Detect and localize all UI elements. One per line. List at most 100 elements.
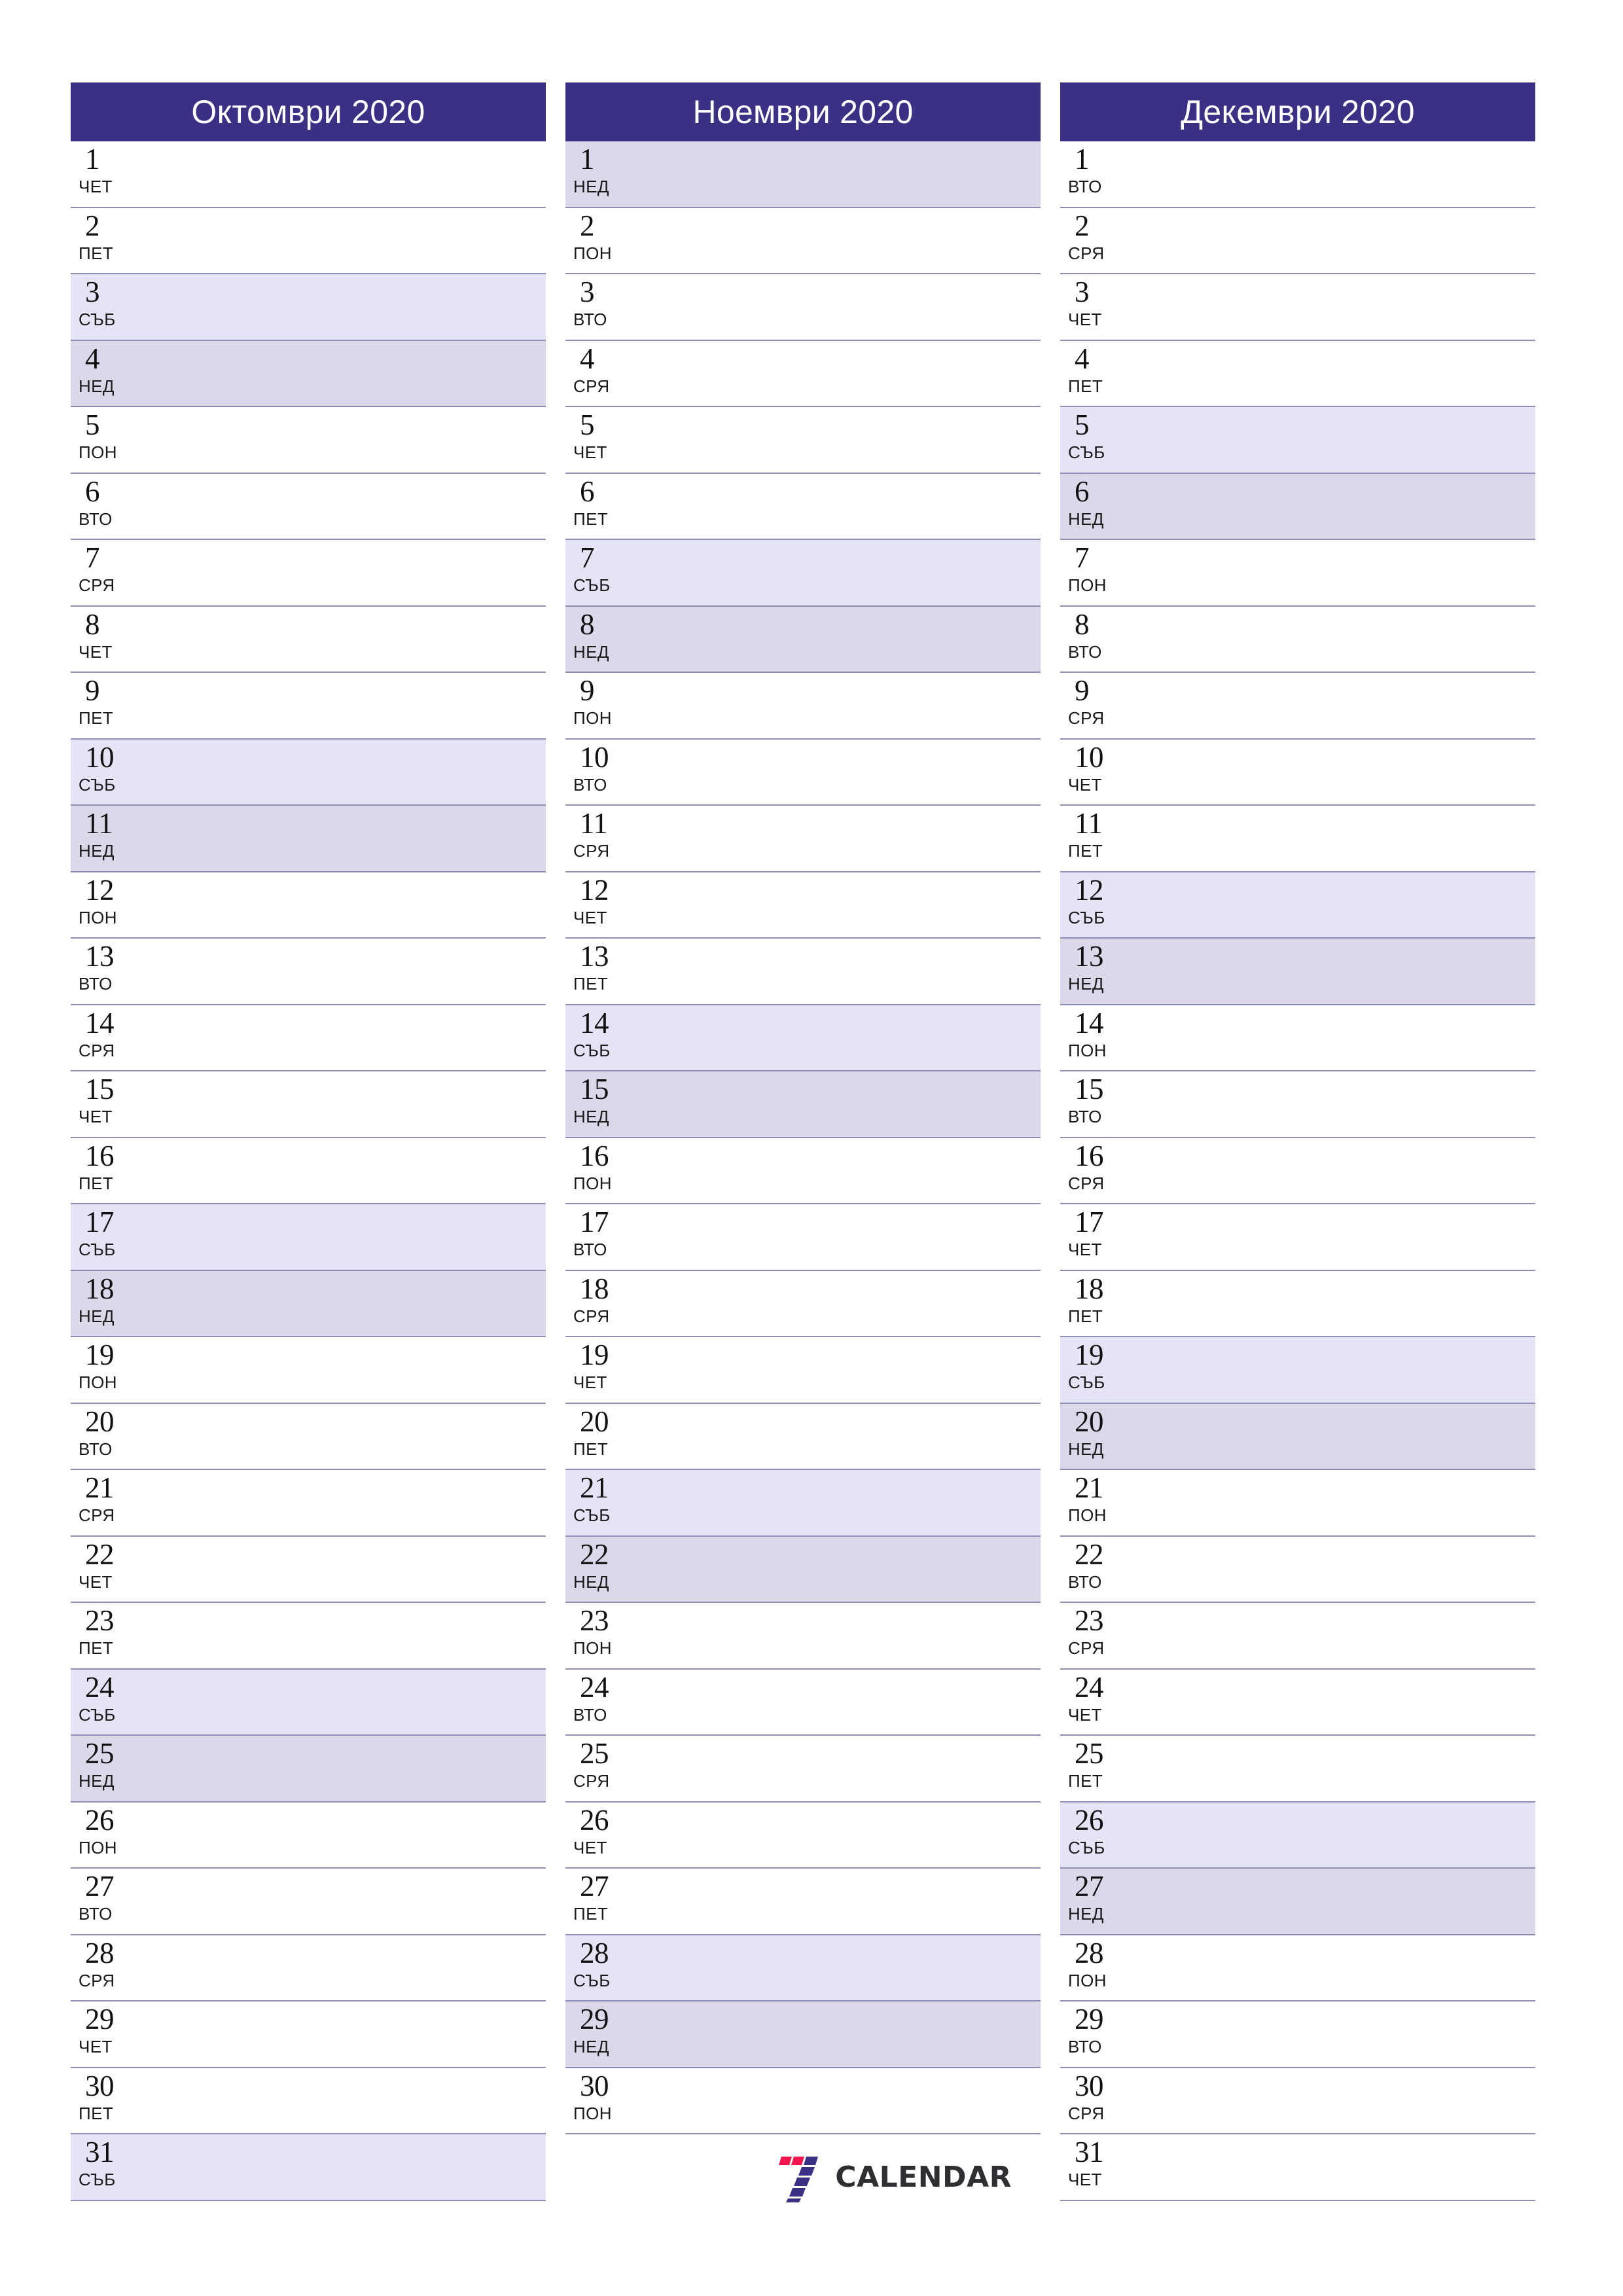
day-row[interactable]: 26 ЧЕТ [565, 1802, 1041, 1869]
day-note-area[interactable] [1165, 2134, 1535, 2200]
day-note-area[interactable] [1165, 274, 1535, 340]
day-note-area[interactable] [1165, 1404, 1535, 1469]
day-note-area[interactable] [175, 1603, 546, 1668]
day-note-area[interactable] [1165, 1670, 1535, 1735]
day-note-area[interactable] [175, 1204, 546, 1270]
day-note-area[interactable] [1165, 806, 1535, 871]
day-row[interactable]: 23 ПЕТ [71, 1603, 546, 1670]
day-row[interactable]: 2 ПЕТ [71, 207, 546, 274]
day-row[interactable]: 9 ПОН [565, 673, 1041, 740]
day-row[interactable]: 24 ЧЕТ [1060, 1669, 1535, 1736]
day-note-area[interactable] [670, 1204, 1041, 1270]
day-row[interactable]: 11 НЕД [71, 806, 546, 872]
day-note-area[interactable] [175, 607, 546, 672]
day-row[interactable]: 3 ВТО [565, 274, 1041, 341]
day-row[interactable]: 6 ПЕТ [565, 473, 1041, 540]
day-note-area[interactable] [670, 208, 1041, 274]
day-note-area[interactable] [175, 740, 546, 805]
day-note-area[interactable] [670, 1803, 1041, 1868]
day-row[interactable]: 7 СЪБ [565, 540, 1041, 607]
day-row[interactable]: 14 СЪБ [565, 1005, 1041, 1071]
day-note-area[interactable] [670, 341, 1041, 406]
day-row[interactable]: 28 ПОН [1060, 1935, 1535, 2001]
day-row[interactable]: 6 НЕД [1060, 473, 1535, 540]
day-row[interactable]: 15 НЕД [565, 1071, 1041, 1138]
day-note-area[interactable] [1165, 607, 1535, 672]
day-row[interactable]: 3 ЧЕТ [1060, 274, 1535, 341]
day-row[interactable]: 17 ВТО [565, 1204, 1041, 1271]
day-row[interactable]: 3 СЪБ [71, 274, 546, 341]
day-row[interactable]: 29 ЧЕТ [71, 2001, 546, 2068]
day-row[interactable]: 12 СЪБ [1060, 872, 1535, 939]
day-note-area[interactable] [1165, 141, 1535, 207]
day-row[interactable]: 1 ЧЕТ [71, 141, 546, 208]
day-note-area[interactable] [670, 1603, 1041, 1668]
day-row[interactable]: 20 ПЕТ [565, 1403, 1041, 1470]
day-row[interactable]: 19 ЧЕТ [565, 1337, 1041, 1404]
day-note-area[interactable] [670, 939, 1041, 1004]
day-row[interactable]: 25 НЕД [71, 1736, 546, 1803]
day-row[interactable]: 30 СРЯ [1060, 2068, 1535, 2134]
day-note-area[interactable] [1165, 1138, 1535, 1204]
day-row[interactable]: 19 СЪБ [1060, 1337, 1535, 1404]
day-note-area[interactable] [670, 806, 1041, 871]
day-note-area[interactable] [1165, 540, 1535, 605]
day-row[interactable]: 12 ПОН [71, 872, 546, 939]
day-note-area[interactable] [1165, 2001, 1535, 2067]
day-note-area[interactable] [175, 208, 546, 274]
day-row[interactable]: 4 ПЕТ [1060, 340, 1535, 407]
day-row[interactable]: 7 СРЯ [71, 540, 546, 607]
day-row[interactable]: 2 СРЯ [1060, 207, 1535, 274]
day-note-area[interactable] [1165, 1204, 1535, 1270]
day-row[interactable]: 10 СЪБ [71, 739, 546, 806]
day-note-area[interactable] [1165, 474, 1535, 539]
day-note-area[interactable] [175, 1470, 546, 1535]
day-note-area[interactable] [670, 407, 1041, 473]
day-note-area[interactable] [175, 1803, 546, 1868]
day-note-area[interactable] [175, 141, 546, 207]
day-row[interactable]: 4 НЕД [71, 340, 546, 407]
day-row[interactable]: 27 ПЕТ [565, 1869, 1041, 1935]
day-note-area[interactable] [670, 740, 1041, 805]
day-row[interactable]: 31 ЧЕТ [1060, 2134, 1535, 2201]
day-note-area[interactable] [670, 274, 1041, 340]
day-row[interactable]: 21 СЪБ [565, 1470, 1041, 1537]
day-row[interactable]: 2 ПОН [565, 207, 1041, 274]
day-note-area[interactable] [175, 1869, 546, 1934]
day-note-area[interactable] [670, 540, 1041, 605]
day-row[interactable]: 18 ПЕТ [1060, 1270, 1535, 1337]
day-row[interactable]: 9 ПЕТ [71, 673, 546, 740]
day-note-area[interactable] [670, 2068, 1041, 2134]
day-row[interactable]: 15 ЧЕТ [71, 1071, 546, 1138]
day-row[interactable]: 4 СРЯ [565, 340, 1041, 407]
day-row[interactable]: 13 ПЕТ [565, 939, 1041, 1005]
day-row[interactable]: 23 ПОН [565, 1603, 1041, 1670]
day-note-area[interactable] [1165, 407, 1535, 473]
day-note-area[interactable] [175, 474, 546, 539]
day-row[interactable]: 21 СРЯ [71, 1470, 546, 1537]
day-note-area[interactable] [175, 1537, 546, 1602]
day-row[interactable]: 1 НЕД [565, 141, 1041, 208]
day-note-area[interactable] [670, 872, 1041, 938]
day-row[interactable]: 17 ЧЕТ [1060, 1204, 1535, 1271]
day-row[interactable]: 30 ПЕТ [71, 2068, 546, 2134]
day-row[interactable]: 26 ПОН [71, 1802, 546, 1869]
day-row[interactable]: 8 НЕД [565, 606, 1041, 673]
day-note-area[interactable] [1165, 1005, 1535, 1071]
day-row[interactable]: 11 ПЕТ [1060, 806, 1535, 872]
day-row[interactable]: 14 ПОН [1060, 1005, 1535, 1071]
day-note-area[interactable] [175, 1736, 546, 1801]
day-note-area[interactable] [670, 1736, 1041, 1801]
day-row[interactable]: 8 ЧЕТ [71, 606, 546, 673]
day-row[interactable]: 31 СЪБ [71, 2134, 546, 2201]
day-note-area[interactable] [1165, 1071, 1535, 1137]
day-note-area[interactable] [175, 939, 546, 1004]
day-note-area[interactable] [175, 673, 546, 738]
day-note-area[interactable] [670, 1470, 1041, 1535]
day-note-area[interactable] [175, 274, 546, 340]
day-row[interactable]: 17 СЪБ [71, 1204, 546, 1271]
day-row[interactable]: 22 НЕД [565, 1536, 1041, 1603]
day-note-area[interactable] [670, 1071, 1041, 1137]
day-note-area[interactable] [1165, 208, 1535, 274]
day-note-area[interactable] [1165, 872, 1535, 938]
